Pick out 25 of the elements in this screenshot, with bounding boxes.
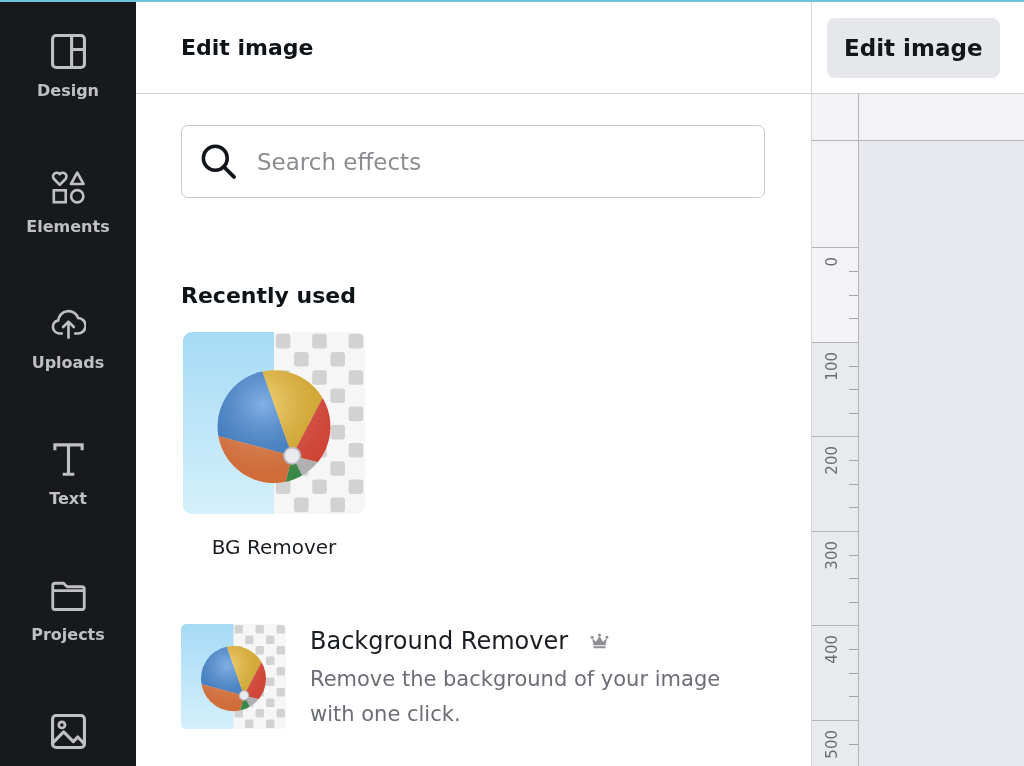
sidebar-item[interactable]: Text <box>0 410 136 546</box>
ruler-label: 200 <box>824 446 841 475</box>
layout-icon <box>50 34 86 69</box>
beach-ball-drawing[interactable] <box>183 332 365 514</box>
effect-label: BG Remover <box>211 535 337 559</box>
effect-title[interactable]: Background Remover <box>310 626 569 656</box>
edit-image-button[interactable]: Edit image <box>827 17 1000 78</box>
sidebar-item[interactable]: Elements <box>0 138 136 274</box>
ruler-label: 500 <box>824 729 841 759</box>
shapes-icon <box>50 170 86 205</box>
ruler-label: 0 <box>824 257 841 267</box>
beach-ball-drawing[interactable] <box>181 624 286 729</box>
panel-title: Edit image <box>181 35 314 60</box>
sidebar-item[interactable]: Uploads <box>0 274 136 410</box>
section-heading: Recently used <box>181 282 357 310</box>
sidebar-item[interactable]: Projects <box>0 546 136 682</box>
ruler-label: 300 <box>824 540 841 570</box>
text-icon <box>50 442 86 477</box>
sidebar-item[interactable]: Design <box>0 2 136 138</box>
effect-description: Remove the background of your image with one click. <box>310 666 722 728</box>
ruler-label: 400 <box>824 635 841 664</box>
ruler-label: 100 <box>824 351 841 381</box>
search-icon <box>201 144 236 179</box>
image-icon <box>50 714 86 749</box>
search-field[interactable]: Search effects <box>181 125 765 198</box>
